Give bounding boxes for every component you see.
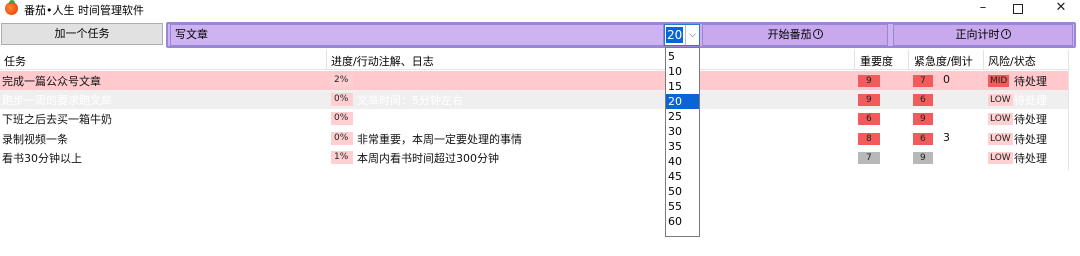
close-button[interactable]: ✕ [1041,0,1080,18]
dropdown-option[interactable]: 15 [666,79,699,94]
task-input[interactable]: 写文章 [170,24,664,46]
table-row[interactable]: 看书30分钟以上 1% 本周内看书时间超过300分钟 7 9 LOW 待处理 [0,148,1068,167]
task-name[interactable]: 录制视频一条 [2,131,68,147]
progress-badge: 0% [331,112,353,125]
tomato-timer-icon [812,29,823,39]
table-row[interactable]: 下班之后去买一箱牛奶 0% 6 9 LOW 待处理 [0,109,1068,128]
progress-badge: 0% [331,132,353,145]
table-row[interactable]: 录制视频一条 0% 非常重要，本周一定要处理的事情 8 6 3 LOW 待处理 [0,129,1068,148]
urgency-badge: 9 [913,152,933,164]
urgency-badge: 6 [913,94,933,106]
column-header-task[interactable]: 任务 [4,53,26,69]
task-name[interactable]: 完成一篇公众号文章 [2,73,101,89]
task-name[interactable]: 看书30分钟以上 [2,150,82,166]
column-divider[interactable] [854,50,855,70]
count-up-timer-label: 正向计时 [955,28,1000,41]
progress-badge: 2% [331,74,353,87]
status-text: 待处理 [1014,133,1047,146]
countdown-value: 3 [943,131,950,144]
dropdown-option[interactable]: 60 [666,214,699,229]
column-header-progress[interactable]: 进度/行动注解、日志 [331,53,434,69]
tomato-app-icon [5,0,18,15]
minimize-button[interactable]: – [963,0,1003,18]
importance-badge: 6 [858,113,880,125]
risk-badge: LOW [988,94,1013,106]
dropdown-option[interactable]: 55 [666,199,699,214]
title-bar: 番茄•人生 时间管理软件 – ✕ [0,0,1080,18]
maximize-icon [1013,4,1023,14]
dropdown-option[interactable]: 30 [666,124,699,139]
chevron-down-icon[interactable]: ⌵ [685,25,699,45]
dropdown-option[interactable]: 20 [666,94,699,109]
risk-badge: LOW [988,152,1013,164]
dropdown-option[interactable]: 35 [666,139,699,154]
column-divider[interactable] [326,50,327,70]
urgency-badge: 7 [913,75,933,87]
urgency-badge: 9 [913,113,933,125]
minutes-dropdown-list[interactable]: 5 10 15 20 25 30 35 40 45 50 55 60 [665,47,700,237]
task-note[interactable]: 本周内看书时间超过300分钟 [357,150,499,166]
dropdown-option[interactable]: 50 [666,184,699,199]
dropdown-option[interactable]: 45 [666,169,699,184]
importance-badge: 8 [858,133,880,145]
progress-badge: 0% [331,93,353,106]
start-pomodoro-label: 开始番茄 [767,28,812,41]
column-header-importance[interactable]: 重要度 [860,53,893,69]
importance-badge: 7 [858,152,880,164]
start-pomodoro-button[interactable]: 开始番茄 [702,24,888,46]
table-row[interactable]: 跑步一周的要求跑文章 0% 文章时间：5分钟左右 9 6 LOW 待处理 [0,90,1068,109]
task-note[interactable]: 非常重要，本周一定要处理的事情 [357,131,522,147]
importance-badge: 9 [858,94,880,106]
risk-badge: MID [988,75,1010,87]
toolbar: 加一个任务 写文章 20 ⌵ 开始番茄 正向计时 [0,22,1080,48]
maximize-button[interactable] [998,0,1038,18]
count-up-timer-button[interactable]: 正向计时 [893,24,1073,46]
window-title: 番茄•人生 时间管理软件 [24,4,144,17]
dropdown-option[interactable]: 5 [666,49,699,64]
clock-icon [1000,29,1011,39]
countdown-value: 0 [943,73,950,86]
status-text: 待处理 [1014,152,1047,165]
urgency-badge: 6 [913,133,933,145]
column-header-urgency[interactable]: 紧急度/倒计 [914,53,973,69]
status-text: 待处理 [1014,94,1047,107]
table-row[interactable]: 完成一篇公众号文章 2% 9 7 0 MID 待处理 [0,71,1068,90]
risk-badge: LOW [988,113,1013,125]
table-scroll-divider [1068,50,1069,170]
importance-badge: 9 [858,75,880,87]
table-header: 任务 进度/行动注解、日志 重要度 紧急度/倒计 风险/状态 [0,50,1070,70]
add-task-button[interactable]: 加一个任务 [1,23,163,45]
minutes-select-value: 20 [666,27,684,43]
task-name[interactable]: 下班之后去买一箱牛奶 [2,111,112,127]
risk-badge: LOW [988,133,1013,145]
status-text: 待处理 [1014,113,1047,126]
column-divider[interactable] [983,50,984,70]
progress-badge: 1% [331,151,353,164]
dropdown-option[interactable]: 25 [666,109,699,124]
dropdown-option[interactable]: 10 [666,64,699,79]
dropdown-option[interactable]: 40 [666,154,699,169]
task-name[interactable]: 跑步一周的要求跑文章 [2,92,112,108]
status-text: 待处理 [1014,75,1047,88]
column-divider[interactable] [908,50,909,70]
task-note[interactable]: 文章时间：5分钟左右 [357,92,463,108]
column-header-risk[interactable]: 风险/状态 [988,53,1036,69]
minutes-select[interactable]: 20 ⌵ [664,24,700,46]
